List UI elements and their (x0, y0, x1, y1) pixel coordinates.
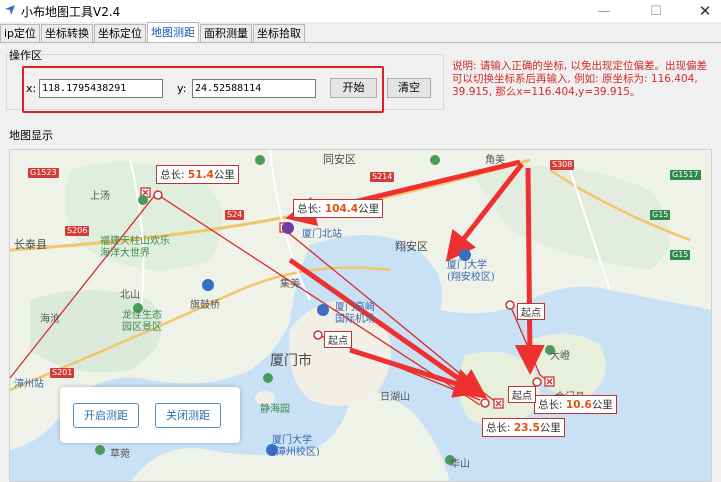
place-label: 华山 (450, 459, 470, 470)
place-label: 厦门市 (270, 353, 312, 369)
place-label: 同安区 (323, 153, 356, 166)
tab-coord-convert[interactable]: 坐标转换 (41, 24, 94, 43)
instruction-note: 说明: 请输入正确的坐标, 以免出现定位偏差。出现偏差可以切换坐标系后再输入, … (452, 60, 708, 98)
road-shield: G15 (670, 250, 691, 260)
distance-prefix: 总长: (297, 203, 325, 215)
tab-coord-pick[interactable]: 坐标拾取 (253, 24, 306, 43)
tab-coord-locate[interactable]: 坐标定位 (94, 24, 147, 43)
distance-label-4: 总长: 23.5公里 (482, 418, 565, 437)
place-label: 海沧 (40, 314, 60, 325)
close-button[interactable]: ✕ (682, 0, 721, 22)
y-label: y: (177, 82, 187, 95)
maximize-icon: ☐ (650, 3, 662, 19)
start-point-tag: 起点 (508, 386, 536, 403)
tab-label: 坐标转换 (45, 27, 90, 40)
place-label: 厦门大学 (漳州校区) (272, 435, 320, 458)
place-label: 集美 (280, 279, 300, 290)
tab-label: 坐标拾取 (257, 27, 302, 40)
place-label: 漳州站 (14, 379, 44, 390)
distance-value: 104.4 (324, 203, 359, 215)
place-label: 厦门大学 (翔安校区) (447, 260, 495, 283)
distance-prefix: 总长: (160, 169, 188, 181)
place-label: 旗鼓桥 (190, 300, 220, 311)
distance-label-3: 总长: 10.6公里 (534, 395, 617, 414)
road-shield: S308 (550, 160, 575, 170)
close-icon: ✕ (698, 2, 712, 20)
place-label: 翔安区 (395, 240, 428, 253)
start-point-tag: 起点 (324, 331, 352, 348)
maximize-button[interactable]: ☐ (633, 0, 679, 22)
tab-divider (0, 42, 721, 43)
tab-strip: ip定位 坐标转换 坐标定位 地图测距 面积测量 坐标拾取 (0, 22, 306, 43)
place-label: 北山 (120, 290, 140, 301)
minimize-icon: — (597, 3, 611, 19)
distance-unit: 公里 (358, 203, 380, 215)
start-measure-button[interactable]: 开启测距 (73, 403, 139, 428)
place-label: 厦门高崎 国际机场 (335, 302, 375, 325)
distance-value: 23.5 (513, 422, 540, 434)
map-group-label: 地图显示 (9, 129, 53, 142)
start-point-tag: 起点 (517, 303, 545, 320)
distance-prefix: 总长: (486, 422, 514, 434)
tab-map-distance[interactable]: 地图测距 (147, 22, 200, 43)
minimize-button[interactable]: — (581, 0, 627, 22)
distance-unit: 公里 (591, 399, 613, 411)
tab-label: 面积测量 (204, 27, 249, 40)
app-arrow-icon (5, 5, 15, 15)
start-button[interactable]: 开始 (330, 78, 377, 98)
distance-label-1: 总长: 51.4公里 (156, 165, 239, 184)
x-label: x: (26, 82, 37, 95)
road-shield: G15 (650, 210, 671, 220)
tab-area-measure[interactable]: 面积测量 (200, 24, 253, 43)
place-label: 静海园 (260, 404, 290, 415)
x-input[interactable]: 118.1795438291 (39, 79, 163, 98)
distance-value: 51.4 (187, 169, 214, 181)
window-title: 小布地图工具V2.4 (21, 5, 121, 19)
road-shield: S24 (225, 210, 245, 220)
distance-prefix: 总长: (538, 399, 566, 411)
road-shield: S201 (50, 368, 75, 378)
app-window: 小布地图工具V2.4 — ☐ ✕ ip定位 坐标转换 坐标定位 地图测距 面积测… (0, 0, 721, 482)
clear-button[interactable]: 清空 (387, 78, 431, 98)
tab-ip-locate[interactable]: ip定位 (0, 24, 41, 43)
tab-label: 坐标定位 (98, 27, 143, 40)
stop-measure-button[interactable]: 关闭测距 (155, 403, 221, 428)
title-bar: 小布地图工具V2.4 — ☐ ✕ (0, 0, 721, 22)
tab-label: 地图测距 (151, 26, 196, 39)
road-shield: S206 (65, 226, 90, 236)
distance-unit: 公里 (213, 169, 235, 181)
place-label: 厦门北站 (302, 229, 342, 240)
road-shield: S214 (370, 172, 395, 182)
distance-value: 10.6 (565, 399, 592, 411)
map-view[interactable]: G1523 S24 G15 S214 G15 S308 G1517 S206 S… (9, 149, 712, 482)
place-label: 大嶝 (550, 351, 570, 362)
place-label: 草菀 (110, 449, 130, 460)
road-shield: G1517 (670, 170, 701, 180)
y-input[interactable]: 24.52588114 (192, 79, 316, 98)
distance-label-2: 总长: 104.4公里 (293, 199, 384, 218)
distance-unit: 公里 (539, 422, 561, 434)
road-shield: G1523 (28, 168, 59, 178)
place-label: 龙佳生态 园区景区 (122, 310, 162, 333)
place-label: 上汤 (90, 191, 110, 202)
tab-label: ip定位 (4, 27, 37, 40)
distance-control-panel: 开启测距 关闭测距 (60, 387, 240, 443)
place-label: 角美 (485, 155, 505, 166)
place-label: 日湖山 (380, 392, 410, 403)
place-label: 福建天柱山欢乐 海洋大世界 (100, 236, 170, 259)
operation-group-label: 操作区 (9, 49, 42, 62)
place-label: 长泰县 (14, 238, 47, 251)
